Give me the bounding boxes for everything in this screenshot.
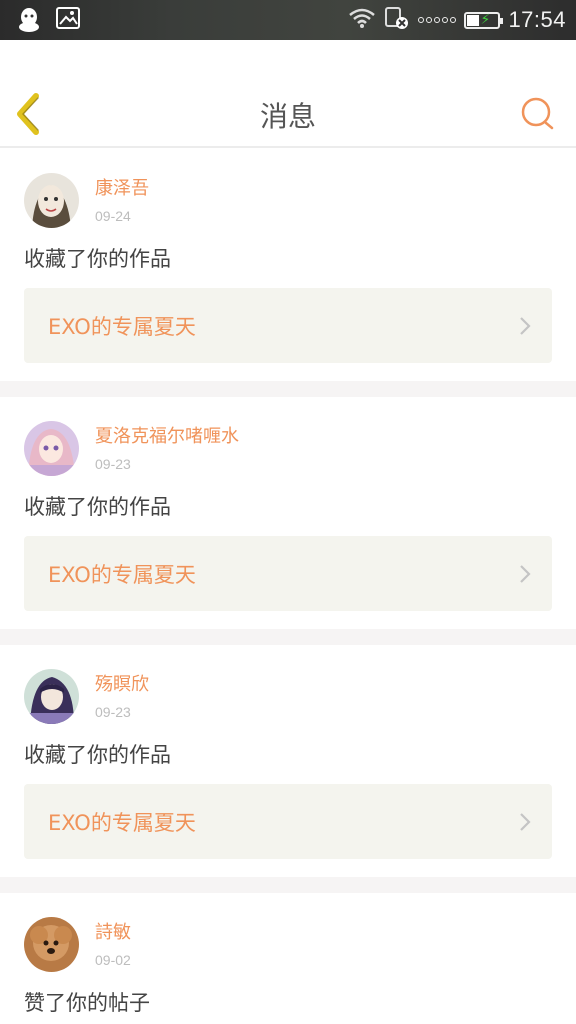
username[interactable]: 詩敏 (95, 921, 131, 945)
divider (0, 381, 576, 397)
work-link[interactable]: EXO的专属夏天 (24, 784, 552, 859)
username[interactable]: 康泽吾 (95, 177, 149, 201)
avatar[interactable] (24, 173, 79, 228)
battery-icon: ⚡ (464, 11, 504, 29)
divider (0, 877, 576, 893)
message-date: 09-02 (95, 952, 131, 968)
wifi-icon (348, 7, 376, 33)
work-title: EXO的专属夏天 (48, 810, 196, 835)
status-bar: ⚡ 17:54 (0, 0, 576, 40)
work-link[interactable]: EXO的专属夏天 (24, 288, 552, 363)
message-item: 詩敏 09-02 赞了你的帖子 (0, 893, 576, 1024)
clock: 17:54 (508, 7, 566, 32)
message-date: 09-23 (95, 704, 131, 720)
avatar[interactable] (24, 421, 79, 476)
divider (0, 629, 576, 645)
message-action: 收藏了你的作品 (24, 495, 171, 519)
message-item: 夏洛克福尔啫喱水 09-23 收藏了你的作品 EXO的专属夏天 (0, 397, 576, 629)
qq-icon (16, 7, 42, 37)
avatar[interactable] (24, 917, 79, 972)
username[interactable]: 夏洛克福尔啫喱水 (95, 425, 239, 449)
username[interactable]: 殇瞑欣 (95, 673, 149, 697)
message-date: 09-24 (95, 208, 131, 224)
chevron-right-icon (520, 564, 531, 583)
work-title: EXO的专属夏天 (48, 562, 196, 587)
message-item: 殇瞑欣 09-23 收藏了你的作品 EXO的专属夏天 (0, 645, 576, 877)
message-item: 康泽吾 09-24 收藏了你的作品 EXO的专属夏天 (0, 149, 576, 381)
work-title: EXO的专属夏天 (48, 314, 196, 339)
avatar[interactable] (24, 669, 79, 724)
message-action: 收藏了你的作品 (24, 743, 171, 767)
message-date: 09-23 (95, 456, 131, 472)
app-header: 消息 (0, 40, 576, 148)
search-icon (521, 97, 554, 130)
sim-off-icon (384, 6, 410, 34)
chevron-right-icon (520, 316, 531, 335)
signal-dots-icon (418, 17, 457, 23)
work-link[interactable]: EXO的专属夏天 (24, 536, 552, 611)
page-title: 消息 (259, 100, 316, 133)
message-list: 康泽吾 09-24 收藏了你的作品 EXO的专属夏天 夏洛克福尔啫喱水 09-2… (0, 149, 576, 1024)
chevron-right-icon (520, 812, 531, 831)
image-icon (56, 7, 80, 37)
message-action: 收藏了你的作品 (24, 247, 171, 271)
message-action: 赞了你的帖子 (24, 991, 150, 1015)
search-button[interactable] (520, 96, 556, 132)
